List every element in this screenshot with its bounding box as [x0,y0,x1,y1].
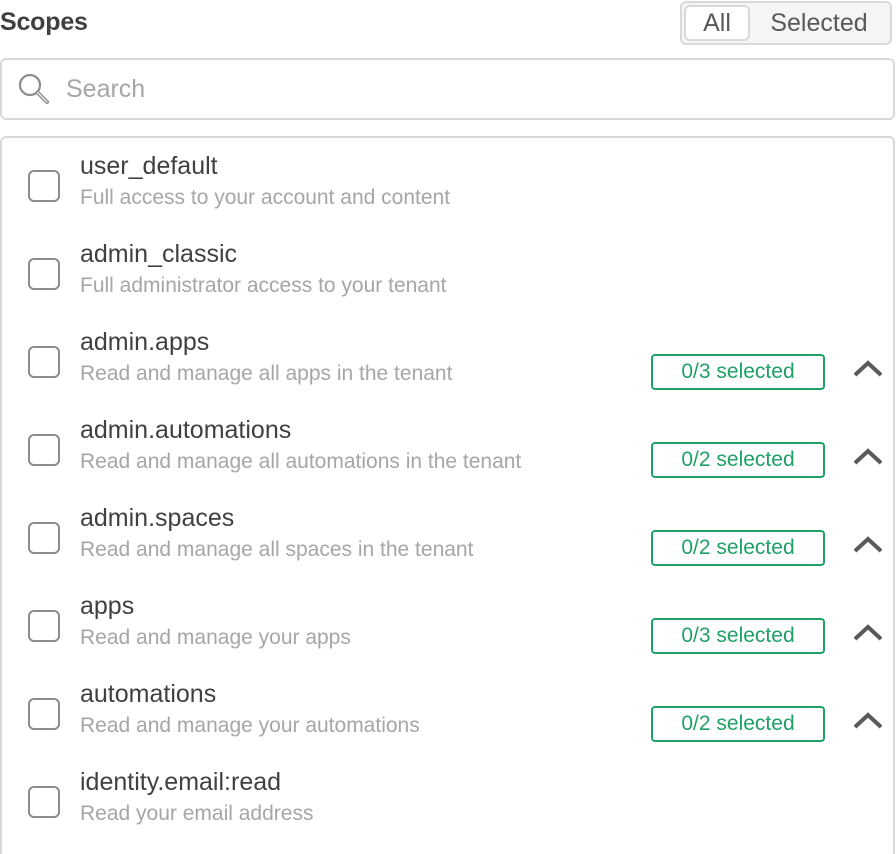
scope-checkbox[interactable] [28,346,60,378]
search-input[interactable] [64,73,848,105]
scope-checkbox[interactable] [28,434,60,466]
scope-checkbox[interactable] [28,610,60,642]
toggle-all-button[interactable]: All [684,5,750,41]
scope-name: user_default [80,152,218,180]
scope-name: identity.email:read [80,768,282,796]
search-box [0,58,895,120]
scope-description: Read and manage all spaces in the tenant [80,538,474,561]
scope-checkbox[interactable] [28,698,60,730]
scope-item-admin-spaces: admin.spaces Read and manage all spaces … [2,490,893,578]
scope-name: apps [80,592,135,620]
scope-description: Read and manage your automations [80,714,420,737]
scope-name: admin_classic [80,240,238,268]
toggle-selected-button[interactable]: Selected [750,5,888,41]
scope-description: Read and manage all automations in the t… [80,450,522,473]
selection-count-badge: 0/3 selected [651,354,825,390]
chevron-up-icon[interactable] [852,710,884,730]
chevron-up-icon[interactable] [852,446,884,466]
selection-count-badge: 0/2 selected [651,442,825,478]
scope-checkbox[interactable] [28,258,60,290]
scope-list: user_default Full access to your account… [0,136,895,854]
scope-checkbox[interactable] [28,522,60,554]
scope-description: Full administrator access to your tenant [80,274,447,297]
scope-item-user-default: user_default Full access to your account… [2,138,893,226]
scope-item-admin-apps: admin.apps Read and manage all apps in t… [2,314,893,402]
scope-item-automations: automations Read and manage your automat… [2,666,893,754]
selection-count-badge: 0/3 selected [651,618,825,654]
selection-count-badge: 0/2 selected [651,530,825,566]
chevron-up-icon[interactable] [852,358,884,378]
chevron-up-icon[interactable] [852,622,884,642]
scope-description: Read and manage all apps in the tenant [80,362,453,385]
scope-description: Read and manage your apps [80,626,351,649]
scope-filter-toggle: All Selected [680,1,892,45]
scope-checkbox[interactable] [28,170,60,202]
scope-item-admin-automations: admin.automations Read and manage all au… [2,402,893,490]
scope-name: admin.spaces [80,504,235,532]
scope-name: admin.automations [80,416,292,444]
scope-name: admin.apps [80,328,210,356]
search-icon [18,73,49,104]
scope-item-identity-email-read: identity.email:read Read your email addr… [2,754,893,842]
scope-checkbox[interactable] [28,786,60,818]
scope-name: automations [80,680,217,708]
scope-description: Read your email address [80,802,314,825]
scope-item-admin-classic: admin_classic Full administrator access … [2,226,893,314]
selection-count-badge: 0/2 selected [651,706,825,742]
chevron-up-icon[interactable] [852,534,884,554]
scope-item-apps: apps Read and manage your apps 0/3 selec… [2,578,893,666]
scopes-title: Scopes [0,8,88,36]
scope-description: Full access to your account and content [80,186,451,209]
